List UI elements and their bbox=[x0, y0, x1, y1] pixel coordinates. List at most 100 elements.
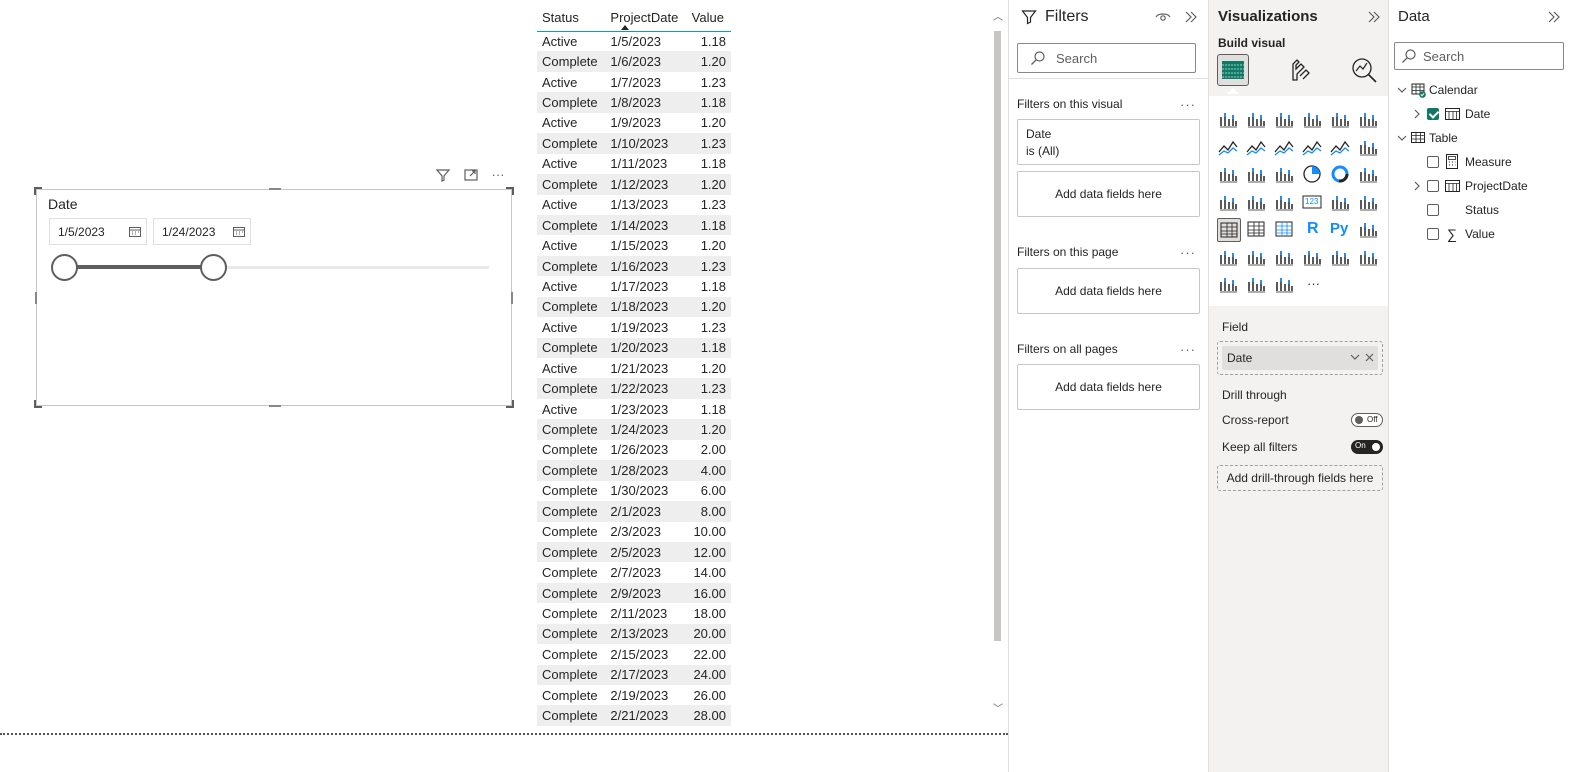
tree-item-projectdate[interactable]: ProjectDate bbox=[1413, 176, 1563, 196]
collapse-pane-icon[interactable] bbox=[1547, 10, 1561, 24]
cross-report-toggle[interactable]: Off bbox=[1351, 413, 1383, 427]
calendar-icon[interactable] bbox=[129, 226, 141, 237]
table-row[interactable]: Complete 1/6/2023 1.20 bbox=[537, 51, 731, 72]
tree-item-value[interactable]: ∑ Value bbox=[1413, 224, 1563, 244]
donut-chart-icon[interactable] bbox=[1329, 163, 1353, 187]
table-row[interactable]: Complete 2/9/2023 16.00 bbox=[537, 582, 731, 604]
table-visual[interactable]: Status ProjectDate Value Active 1/5/2023 1… bbox=[537, 0, 997, 730]
resize-handle[interactable] bbox=[506, 187, 514, 195]
stacked-area-chart-icon[interactable] bbox=[1273, 136, 1297, 160]
column-header-projectdate[interactable]: ProjectDate bbox=[605, 4, 687, 32]
table-row[interactable]: Complete 2/17/2023 24.00 bbox=[537, 664, 731, 685]
treemap-icon[interactable] bbox=[1357, 163, 1381, 187]
table-row[interactable]: Complete 1/30/2023 6.00 bbox=[537, 481, 731, 501]
analytics-icon[interactable] bbox=[1348, 54, 1380, 86]
tree-item-date[interactable]: Date bbox=[1413, 104, 1563, 124]
key-influencers-icon[interactable] bbox=[1357, 218, 1381, 242]
start-date-input[interactable]: 1/5/2023 bbox=[49, 218, 147, 245]
report-canvas[interactable]: ··· Date 1/5/2023 1/24/2023 Status Proje… bbox=[0, 0, 1008, 772]
table-row[interactable]: Complete 2/1/2023 8.00 bbox=[537, 501, 731, 522]
waterfall-chart-icon[interactable] bbox=[1217, 163, 1241, 187]
add-visual-filter-well[interactable]: Add data fields here bbox=[1017, 171, 1200, 217]
resize-handle[interactable] bbox=[269, 188, 281, 190]
chevron-right-icon[interactable] bbox=[1413, 181, 1421, 191]
scroll-up-icon[interactable]: ︿ bbox=[993, 8, 1003, 23]
column-header-value[interactable]: Value bbox=[686, 4, 731, 32]
scatter-chart-icon[interactable] bbox=[1273, 163, 1297, 187]
resize-handle[interactable] bbox=[35, 292, 37, 304]
add-drill-through-well[interactable]: Add drill-through fields here bbox=[1217, 465, 1383, 491]
more-options-icon[interactable]: ··· bbox=[1180, 342, 1196, 357]
collapse-pane-icon[interactable] bbox=[1367, 10, 1381, 24]
metrics-icon[interactable] bbox=[1301, 246, 1325, 270]
table-row[interactable]: Complete 2/11/2023 18.00 bbox=[537, 603, 731, 623]
table-row[interactable]: Complete 1/24/2023 1.20 bbox=[537, 419, 731, 440]
resize-handle[interactable] bbox=[34, 187, 42, 195]
more-visuals-icon[interactable]: ··· bbox=[1301, 273, 1325, 297]
card-icon[interactable]: 123 bbox=[1301, 191, 1325, 215]
more-options-icon[interactable]: ··· bbox=[1180, 245, 1196, 260]
stacked-column-chart-icon[interactable] bbox=[1245, 108, 1269, 132]
smart-narrative-icon[interactable] bbox=[1273, 246, 1297, 270]
table-row[interactable]: Complete 1/16/2023 1.23 bbox=[537, 255, 731, 277]
line-and-column-chart-icon[interactable] bbox=[1301, 136, 1325, 160]
value-checkbox[interactable] bbox=[1427, 228, 1439, 240]
resize-handle[interactable] bbox=[269, 405, 281, 407]
custom-visual-icon[interactable] bbox=[1273, 273, 1297, 297]
100-stacked-column-chart-icon[interactable] bbox=[1357, 108, 1381, 132]
table-row[interactable]: Active 1/21/2023 1.20 bbox=[537, 358, 731, 378]
measure-checkbox[interactable] bbox=[1427, 156, 1439, 168]
multi-row-card-icon[interactable] bbox=[1329, 191, 1353, 215]
tree-item-measure[interactable]: Measure bbox=[1413, 152, 1563, 172]
slicer-icon[interactable] bbox=[1217, 218, 1241, 242]
column-header-status[interactable]: Status bbox=[537, 4, 606, 32]
power-apps-icon[interactable] bbox=[1217, 273, 1241, 297]
table-row[interactable]: Active 1/17/2023 1.18 bbox=[537, 276, 731, 296]
slider-end-handle[interactable] bbox=[199, 254, 227, 281]
more-options-icon[interactable]: ··· bbox=[1180, 97, 1196, 112]
table-row[interactable]: Complete 1/20/2023 1.18 bbox=[537, 337, 731, 358]
projectdate-checkbox[interactable] bbox=[1427, 180, 1439, 192]
table-row[interactable]: Complete 1/28/2023 4.00 bbox=[537, 460, 731, 481]
table-row[interactable]: Complete 1/14/2023 1.18 bbox=[537, 214, 731, 236]
table-row[interactable]: Active 1/13/2023 1.23 bbox=[537, 195, 731, 215]
slider-start-handle[interactable] bbox=[50, 254, 78, 281]
qa-icon[interactable] bbox=[1245, 246, 1269, 270]
collapse-pane-icon[interactable] bbox=[1184, 10, 1198, 24]
table-row[interactable]: Complete 1/12/2023 1.20 bbox=[537, 174, 731, 195]
table-row[interactable]: Complete 2/15/2023 22.00 bbox=[537, 644, 731, 664]
clustered-bar-chart-icon[interactable] bbox=[1273, 108, 1297, 132]
line-and-clustered-column-icon[interactable] bbox=[1329, 136, 1353, 160]
clustered-column-chart-icon[interactable] bbox=[1301, 108, 1325, 132]
keep-all-filters-toggle[interactable]: On bbox=[1351, 440, 1383, 454]
table-row[interactable]: Complete 2/5/2023 12.00 bbox=[537, 541, 731, 563]
resize-handle[interactable] bbox=[506, 400, 514, 408]
chevron-down-icon[interactable] bbox=[1350, 353, 1360, 361]
line-chart-icon[interactable] bbox=[1217, 136, 1241, 160]
pie-chart-icon[interactable] bbox=[1301, 163, 1325, 187]
calendar-icon[interactable] bbox=[233, 226, 245, 237]
chevron-right-icon[interactable] bbox=[1413, 109, 1421, 119]
python-visual-icon[interactable]: Py bbox=[1329, 218, 1353, 242]
vertical-scrollbar[interactable] bbox=[994, 31, 1001, 641]
field-pill-date[interactable]: Date bbox=[1222, 346, 1378, 370]
table-row[interactable]: Active 1/9/2023 1.20 bbox=[537, 113, 731, 133]
filters-search-input[interactable]: Search bbox=[1017, 43, 1196, 73]
table-row[interactable]: Active 1/15/2023 1.20 bbox=[537, 235, 731, 255]
table-row[interactable]: Complete 2/13/2023 20.00 bbox=[537, 623, 731, 645]
azure-map-icon[interactable] bbox=[1357, 246, 1381, 270]
table-row[interactable]: Complete 2/3/2023 10.00 bbox=[537, 522, 731, 542]
table-row[interactable]: Active 1/7/2023 1.23 bbox=[537, 72, 731, 92]
funnel-chart-icon[interactable] bbox=[1245, 163, 1269, 187]
chevron-down-icon[interactable] bbox=[1397, 134, 1407, 142]
table-row[interactable]: Active 1/19/2023 1.23 bbox=[537, 317, 731, 337]
add-report-filter-well[interactable]: Add data fields here bbox=[1017, 364, 1200, 410]
build-visual-icon[interactable] bbox=[1217, 54, 1249, 86]
matrix-icon[interactable] bbox=[1273, 218, 1297, 242]
eye-icon[interactable] bbox=[1155, 10, 1171, 24]
paginated-report-icon[interactable] bbox=[1329, 246, 1353, 270]
status-checkbox[interactable] bbox=[1427, 204, 1439, 216]
area-chart-icon[interactable] bbox=[1245, 136, 1269, 160]
table-row[interactable]: Complete 1/22/2023 1.23 bbox=[537, 378, 731, 399]
tree-item-table[interactable]: Table bbox=[1397, 128, 1567, 148]
